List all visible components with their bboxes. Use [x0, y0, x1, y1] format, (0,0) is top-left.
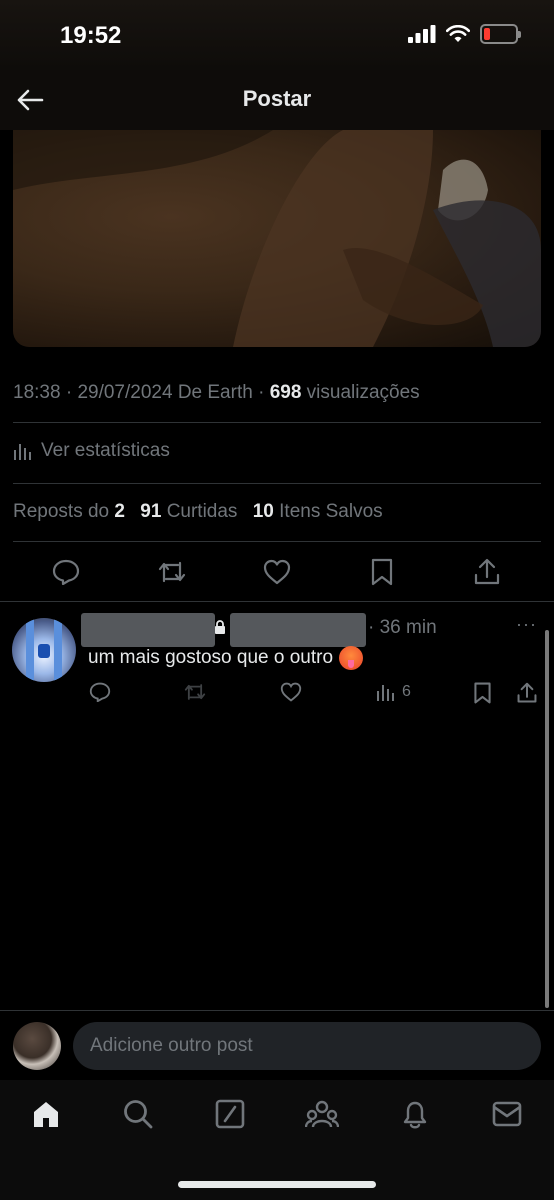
status-bar: 19:52 [0, 0, 554, 70]
reply-share-button[interactable] [517, 682, 537, 704]
post-time: 18:38 [13, 382, 61, 403]
tab-search[interactable] [118, 1094, 158, 1134]
communities-icon [305, 1100, 339, 1128]
divider [0, 1010, 554, 1011]
redacted-username [230, 613, 366, 647]
views-count: 698 [269, 382, 302, 403]
header: Postar [0, 70, 554, 130]
reply-repost-button[interactable] [183, 682, 207, 702]
like-icon [263, 559, 291, 585]
reposts-link[interactable]: Reposts do 2 [13, 501, 125, 522]
tab-notifications[interactable] [395, 1094, 435, 1134]
lock-icon [214, 620, 226, 637]
reply-text: um mais gostoso que o outro [88, 647, 334, 668]
grok-icon [215, 1099, 245, 1129]
composer-avatar [13, 1022, 61, 1070]
view-stats-link[interactable]: Ver estatísticas [13, 440, 170, 462]
reply-views-button[interactable]: 6 [376, 682, 411, 702]
saves-label: Itens Salvos [279, 501, 383, 522]
reply-icon [52, 559, 80, 585]
tab-messages[interactable] [487, 1094, 527, 1134]
more-options-button[interactable]: ··· [516, 614, 537, 635]
like-button[interactable] [262, 557, 292, 587]
reply-time: · 36 min [368, 617, 437, 638]
tab-communities[interactable] [302, 1094, 342, 1134]
reposts-count: 2 [114, 501, 125, 522]
reply-icon [89, 682, 111, 702]
post-image-content [13, 130, 541, 347]
hot-face-emoji-icon [339, 646, 364, 670]
likes-link[interactable]: 91 Curtidas [140, 501, 237, 522]
reply-like-button[interactable] [280, 682, 302, 702]
notifications-icon [403, 1101, 427, 1129]
battery-icon [480, 24, 521, 44]
signal-icon [408, 25, 436, 43]
post-image[interactable] [13, 130, 541, 347]
view-stats-label: Ver estatísticas [41, 440, 170, 461]
post-date: 29/07/2024 [77, 382, 173, 403]
scrollbar[interactable] [545, 630, 549, 1008]
engagement-counts: Reposts do 2 91 Curtidas 10 Itens Salvos [13, 501, 383, 523]
share-button[interactable] [472, 557, 502, 587]
like-icon [280, 682, 302, 702]
page-title: Postar [242, 86, 312, 111]
divider [0, 601, 554, 602]
divider [13, 422, 541, 423]
bookmark-icon [474, 682, 491, 704]
tab-home[interactable] [26, 1094, 66, 1134]
avatar[interactable] [12, 618, 76, 682]
views-label: visualizações [306, 382, 420, 403]
redacted-display-name [81, 613, 215, 647]
post-meta: 18:38 · 29/07/2024 De Earth · 698 visual… [13, 382, 420, 403]
search-icon [124, 1100, 153, 1129]
post-source: De Earth [177, 382, 253, 403]
wifi-icon [446, 25, 470, 42]
reply-views-count: 6 [402, 683, 411, 700]
share-icon [474, 558, 500, 585]
bookmark-button[interactable] [367, 557, 397, 587]
likes-count: 91 [140, 501, 162, 522]
stats-icon [14, 444, 31, 460]
stats-icon [377, 685, 394, 701]
repost-icon [158, 561, 186, 583]
reply-button[interactable] [51, 557, 81, 587]
share-icon [517, 682, 537, 703]
likes-label: Curtidas [166, 501, 238, 522]
reposts-label: Reposts do [13, 501, 110, 522]
saves-count: 10 [252, 501, 274, 522]
reply-text-row: um mais gostoso que o outro [88, 646, 364, 670]
reply-reply-button[interactable] [89, 682, 111, 702]
home-indicator[interactable] [178, 1181, 376, 1188]
repost-icon [184, 684, 206, 700]
tab-grok[interactable] [210, 1094, 250, 1134]
bookmark-icon [371, 558, 393, 586]
home-icon [34, 1102, 58, 1127]
status-time: 19:52 [60, 22, 122, 49]
status-icons [408, 24, 521, 44]
repost-button[interactable] [157, 557, 187, 587]
reply-action-bar: 6 [0, 680, 554, 708]
divider [13, 483, 541, 484]
divider [13, 541, 541, 542]
saves-link[interactable]: 10 Itens Salvos [253, 501, 383, 522]
reply-bookmark-button[interactable] [473, 682, 492, 704]
messages-icon [492, 1101, 522, 1127]
post-action-bar [0, 553, 554, 591]
reply-composer-input[interactable] [73, 1022, 541, 1070]
